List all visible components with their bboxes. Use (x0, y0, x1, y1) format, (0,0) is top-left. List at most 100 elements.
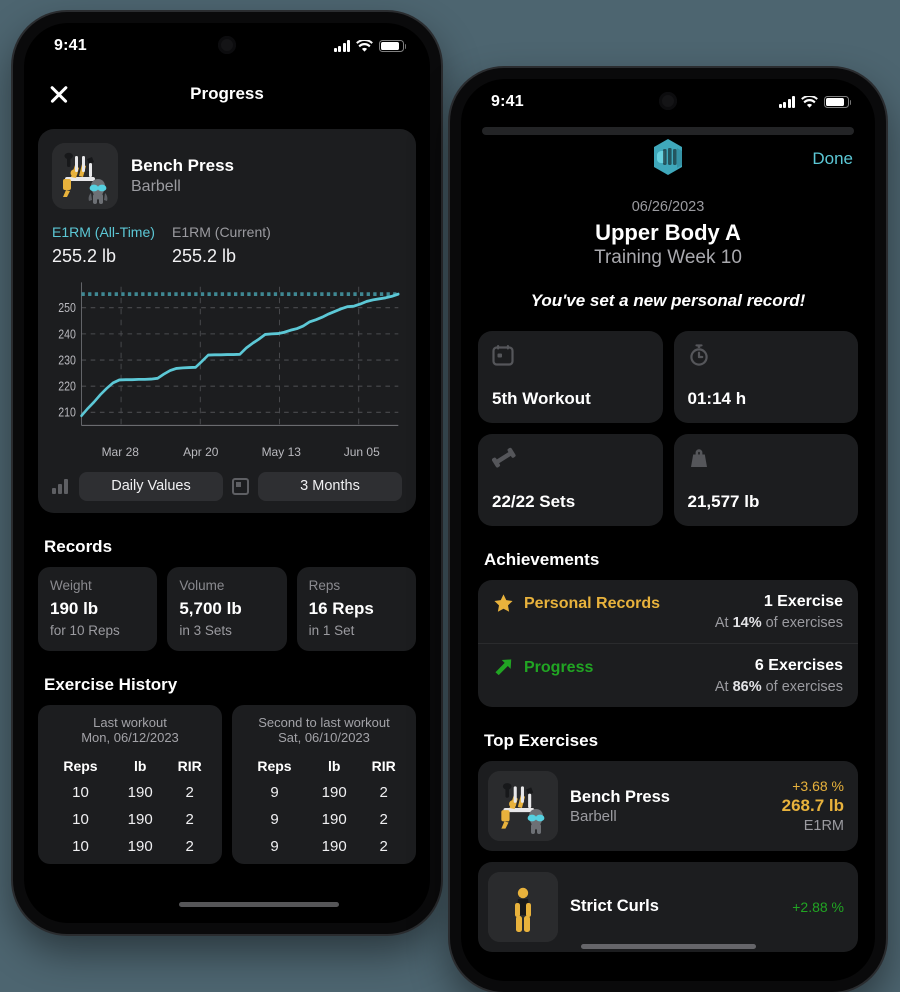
achievement-count: 6 Exercises (754, 657, 843, 674)
record-label: Volume (179, 577, 225, 593)
page-title: Progress (190, 84, 264, 103)
stat-value: 01:14 h (687, 389, 747, 408)
top-exercise-row[interactable]: Bench Press Barbell +3.68 % 268.7 lb E1R… (478, 761, 858, 851)
front-camera-icon (659, 92, 677, 110)
sheet-grabber[interactable] (481, 127, 855, 135)
status-time: 9:41 (491, 93, 524, 110)
stat-card-workout-count[interactable]: 5th Workout (478, 331, 663, 423)
history-date: Mon, 06/12/2023 (81, 729, 179, 745)
status-bar-right: 9:41 (461, 79, 875, 125)
exercise-equipment: Barbell (131, 177, 181, 195)
top-exercise-row[interactable]: Strict Curls +2.88 % (478, 862, 858, 952)
table-row: 10 190 2 (46, 779, 214, 806)
horizontal-scrollbar[interactable] (581, 944, 756, 949)
workout-date: 06/26/2023 (631, 199, 705, 215)
pct-suffix: of exercises (761, 615, 843, 631)
top-exercise-value: 268.7 lb (781, 796, 844, 815)
stat-card-duration[interactable]: 01:14 h (673, 331, 858, 423)
cell-lb: 190 (321, 837, 347, 855)
table-row: 9 190 2 (240, 779, 408, 806)
wifi-icon (356, 39, 373, 52)
record-card-volume[interactable]: Volume 5,700 lb in 3 Sets (167, 566, 287, 651)
top-exercise-metrics: +2.88 % (792, 899, 844, 915)
svg-text:210: 210 (58, 405, 76, 419)
phone-left-screen: 9:41 Progress Bench Press Barbell E1RM (… (24, 23, 430, 923)
top-exercise-unit: E1RM (803, 818, 844, 834)
cell-reps: 9 (270, 783, 279, 801)
cell-reps: 10 (72, 837, 89, 855)
table-row: 10 190 2 (46, 833, 214, 860)
cell-reps: 9 (270, 810, 279, 828)
e1rm-current[interactable]: E1RM (Current) 255.2 lb (172, 223, 292, 270)
table-header-row: Reps lb RIR (46, 753, 214, 779)
wifi-icon (801, 95, 818, 108)
status-bar-left: 9:41 (24, 23, 430, 69)
col-rir: RIR (371, 757, 396, 774)
record-value: 190 lb (50, 598, 99, 618)
records-row: Weight 190 lb for 10 Reps Volume 5,700 l… (24, 566, 430, 651)
stat-card-sets[interactable]: 22/22 Sets (478, 434, 663, 526)
nav-bar-progress: Progress (24, 69, 430, 119)
exercise-header[interactable]: Bench Press Barbell (52, 143, 402, 209)
record-label: Reps (308, 577, 341, 593)
record-card-reps[interactable]: Reps 16 Reps in 1 Set (296, 566, 416, 651)
done-button[interactable]: Done (812, 149, 853, 169)
cell-lb: 190 (127, 783, 153, 801)
e1rm-current-value: 255.2 lb (172, 245, 237, 266)
history-card-last[interactable]: Last workout Mon, 06/12/2023 Reps lb RIR… (38, 704, 222, 864)
e1rm-alltime-value: 255.2 lb (52, 245, 117, 266)
history-card-second-to-last[interactable]: Second to last workout Sat, 06/10/2023 R… (232, 704, 416, 864)
achievement-percent: At 14% of exercises (715, 615, 843, 631)
cell-rir: 2 (185, 837, 194, 855)
achievement-label-group: Personal Records (493, 593, 660, 614)
achievement-label-group: Progress (493, 657, 593, 678)
cell-rir: 2 (379, 810, 388, 828)
close-icon[interactable] (46, 81, 72, 107)
chart-xtick: Mar 28 (101, 444, 139, 459)
bench-press-illustration (488, 771, 558, 841)
cell-rir: 2 (185, 810, 194, 828)
dumbbell-icon (491, 447, 516, 468)
e1rm-line-chart[interactable]: 210 220 230 240 250 (52, 278, 402, 443)
progress-scroll-area[interactable]: Progress Bench Press Barbell E1RM (All-T… (24, 69, 430, 923)
svg-text:250: 250 (58, 301, 76, 315)
horizontal-scrollbar[interactable] (179, 902, 339, 907)
phone-right: 9:41 Done 06/26/2023 Upper Body A Traini… (450, 68, 886, 992)
record-label: Weight (50, 577, 92, 593)
achievement-personal-records[interactable]: Personal Records 1 Exercise At 14% of ex… (478, 580, 858, 643)
top-exercises-heading: Top Exercises (484, 731, 599, 750)
pct-value: 14% (732, 615, 762, 631)
col-reps: Reps (63, 757, 98, 774)
achievement-percent: At 86% of exercises (715, 679, 843, 695)
bar-chart-icon (52, 478, 70, 494)
cell-lb: 190 (127, 810, 153, 828)
e1rm-alltime[interactable]: E1RM (All-Time) 255.2 lb (52, 223, 172, 270)
e1rm-alltime-label: E1RM (All-Time) (52, 224, 155, 240)
cell-reps: 10 (72, 810, 89, 828)
weight-icon (690, 449, 707, 467)
battery-icon (379, 39, 407, 53)
record-value: 5,700 lb (179, 598, 242, 618)
battery-icon (824, 95, 852, 109)
daily-values-selector[interactable]: Daily Values (79, 471, 223, 501)
stopwatch-icon (689, 344, 708, 366)
e1rm-stats: E1RM (All-Time) 255.2 lb E1RM (Current) … (52, 223, 402, 270)
cell-reps: 10 (72, 783, 89, 801)
top-exercise-change: +2.88 % (792, 899, 844, 915)
achievement-stats: 1 Exercise At 14% of exercises (715, 593, 843, 631)
calendar-icon (232, 477, 249, 495)
record-card-weight[interactable]: Weight 190 lb for 10 Reps (38, 566, 158, 651)
workout-summary-scroll-area[interactable]: Done 06/26/2023 Upper Body A Training We… (461, 125, 875, 981)
phone-right-screen: 9:41 Done 06/26/2023 Upper Body A Traini… (461, 79, 875, 981)
achievement-name: Progress (524, 658, 594, 676)
achievements-card: Personal Records 1 Exercise At 14% of ex… (478, 580, 858, 707)
cell-rir: 2 (379, 783, 388, 801)
stat-card-volume[interactable]: 21,577 lb (673, 434, 858, 526)
achievement-stats: 6 Exercises At 86% of exercises (715, 657, 843, 695)
exercise-history-row: Last workout Mon, 06/12/2023 Reps lb RIR… (24, 704, 430, 864)
achievement-progress[interactable]: Progress 6 Exercises At 86% of exercises (478, 643, 858, 707)
training-week: Training Week 10 (594, 247, 742, 268)
records-heading: Records (44, 536, 113, 556)
time-range-selector[interactable]: 3 Months (258, 471, 402, 501)
top-exercise-metrics: +3.68 % 268.7 lb E1RM (782, 778, 844, 834)
